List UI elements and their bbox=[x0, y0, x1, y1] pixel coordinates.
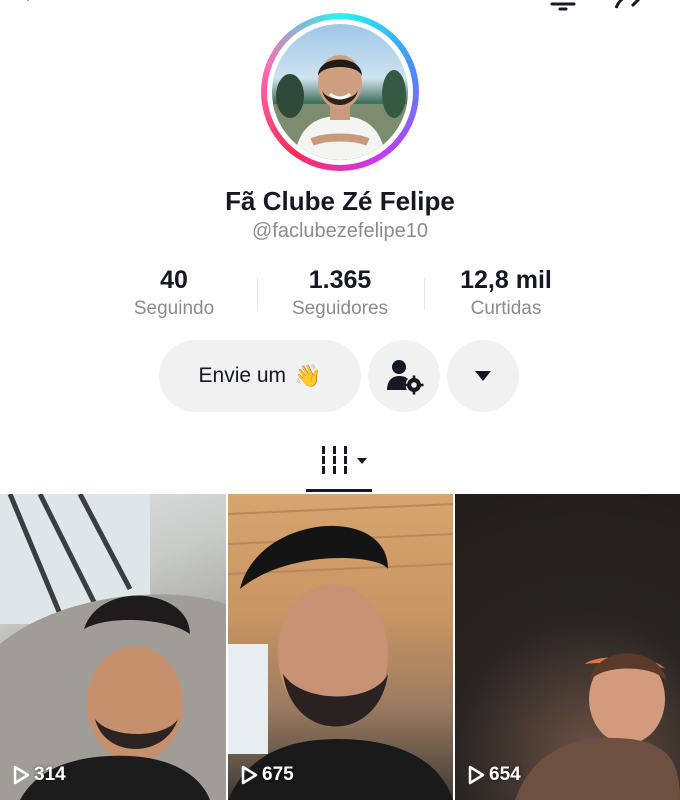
stat-divider bbox=[257, 278, 258, 310]
video-thumbnail[interactable]: 314 bbox=[0, 494, 226, 800]
following-count: 40 bbox=[160, 266, 188, 294]
avatar-ring-gap bbox=[267, 19, 413, 165]
video-thumbnail-image bbox=[515, 653, 680, 800]
video-thumbnail[interactable]: 654 bbox=[455, 494, 680, 800]
video-thumbnail-image bbox=[0, 494, 226, 800]
stat-following[interactable]: 40 Seguindo bbox=[94, 266, 254, 320]
play-icon bbox=[241, 765, 258, 785]
play-icon bbox=[13, 765, 30, 785]
avatar-person-image bbox=[272, 55, 408, 160]
view-count: 654 bbox=[467, 764, 521, 786]
view-count-value: 654 bbox=[489, 764, 521, 785]
video-thumbnail-image bbox=[228, 503, 453, 800]
videos-grid-icon[interactable] bbox=[320, 444, 370, 476]
followers-label: Seguidores bbox=[291, 298, 389, 319]
view-count: 675 bbox=[240, 764, 294, 786]
display-name: Fã Clube Zé Felipe bbox=[225, 186, 455, 216]
share-icon[interactable] bbox=[612, 0, 642, 12]
stat-divider bbox=[424, 278, 425, 310]
bell-icon[interactable] bbox=[548, 0, 578, 12]
back-chevron-icon[interactable] bbox=[18, 0, 48, 12]
caret-down-icon bbox=[475, 371, 491, 381]
wave-emoji: 👋 bbox=[294, 363, 322, 388]
more-options-button[interactable] bbox=[447, 340, 519, 412]
play-icon bbox=[468, 765, 485, 785]
message-button-label: Envie um bbox=[198, 364, 287, 387]
view-count: 314 bbox=[12, 764, 66, 786]
following-label: Seguindo bbox=[133, 298, 215, 319]
profile-avatar[interactable] bbox=[261, 13, 419, 171]
avatar-photo bbox=[272, 24, 408, 160]
likes-count: 12,8 mil bbox=[460, 266, 552, 294]
message-button[interactable]: Envie um 👋 bbox=[159, 340, 361, 412]
username: @faclubezefelipe10 bbox=[252, 220, 428, 242]
video-thumbnail[interactable]: 675 bbox=[228, 494, 453, 800]
likes-label: Curtidas bbox=[470, 298, 542, 319]
active-tab-indicator bbox=[306, 489, 372, 492]
add-friend-settings-icon bbox=[387, 360, 424, 395]
view-count-value: 675 bbox=[262, 764, 294, 785]
stat-followers[interactable]: 1.365 Seguidores bbox=[260, 266, 420, 320]
friend-settings-button[interactable] bbox=[368, 340, 440, 412]
followers-count: 1.365 bbox=[308, 266, 372, 294]
stat-likes[interactable]: 12,8 mil Curtidas bbox=[426, 266, 586, 320]
view-count-value: 314 bbox=[34, 764, 66, 785]
